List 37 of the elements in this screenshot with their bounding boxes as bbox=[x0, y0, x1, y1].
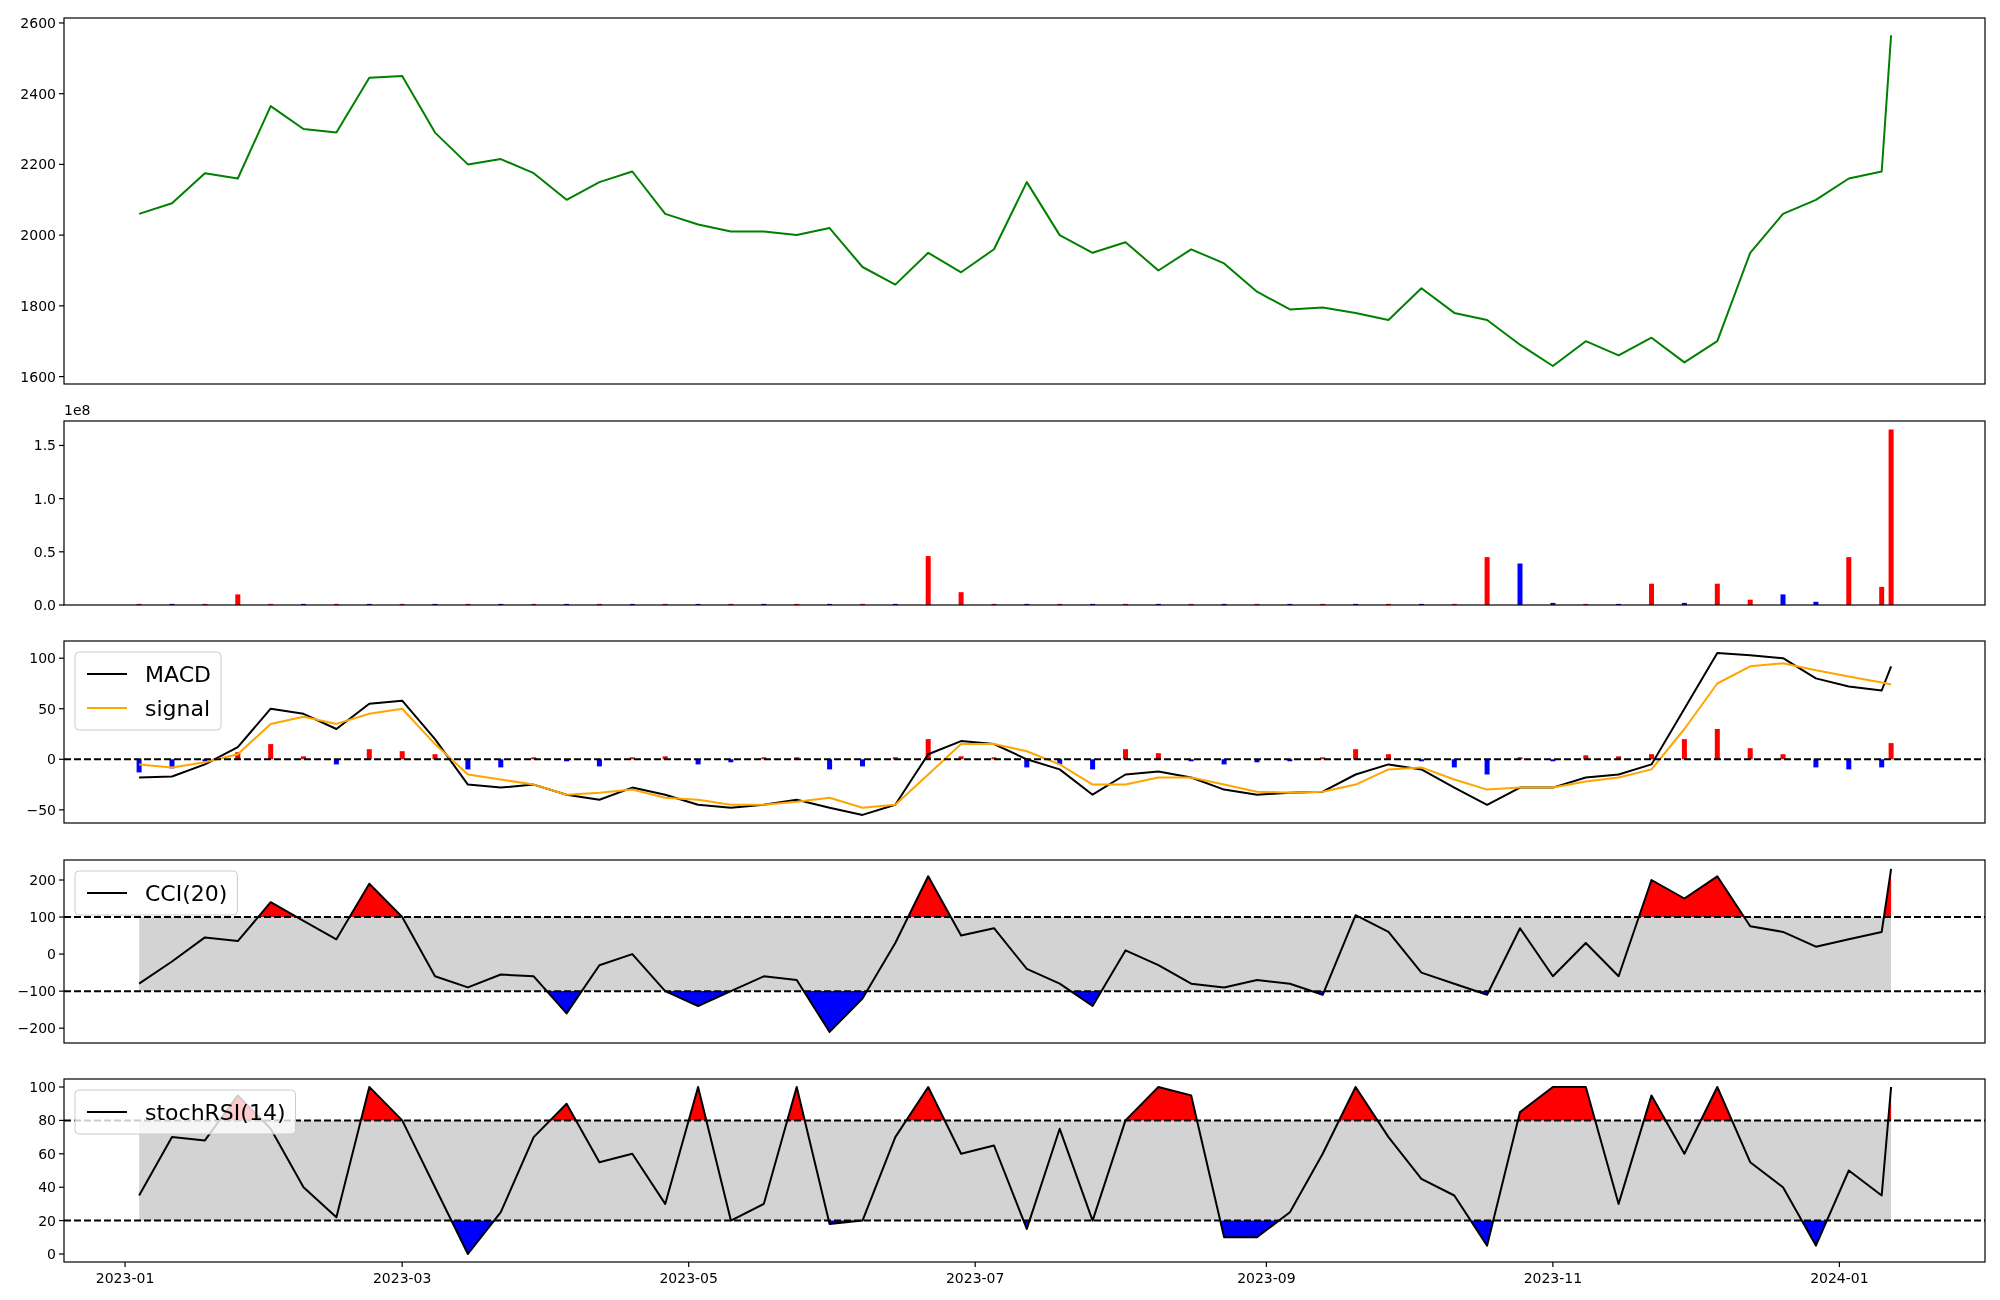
legend-label: CCI(20) bbox=[145, 881, 228, 906]
y-tick-label: 1800 bbox=[20, 297, 56, 314]
y-tick-label: 2000 bbox=[20, 227, 56, 244]
x-tick-label: 2023-07 bbox=[945, 1270, 1005, 1286]
y-tick-label: 50 bbox=[38, 700, 56, 717]
x-tick-label: 2023-09 bbox=[1237, 1270, 1296, 1286]
y-tick-label: 0 bbox=[47, 1246, 56, 1262]
y-tick-label: 40 bbox=[38, 1179, 56, 1196]
y-tick-label: 0 bbox=[47, 946, 56, 963]
y-tick-label: −100 bbox=[17, 983, 56, 1000]
legend-label: stochRSI(14) bbox=[145, 1100, 286, 1125]
x-tick-label: 2023-03 bbox=[372, 1270, 432, 1286]
x-tick-label: 2023-05 bbox=[659, 1270, 718, 1286]
y-tick-label: 60 bbox=[38, 1145, 56, 1162]
y-tick-label: 200 bbox=[29, 872, 56, 888]
x-tick-label: 2023-01 bbox=[95, 1270, 155, 1286]
axis-multiplier: 1e8 bbox=[64, 402, 91, 418]
y-tick-label: 2400 bbox=[20, 85, 56, 102]
y-tick-label: 100 bbox=[29, 1079, 56, 1095]
x-tick-label: 2024-01 bbox=[1810, 1270, 1869, 1286]
legend-label: signal bbox=[145, 696, 211, 721]
y-tick-label: 0 bbox=[47, 751, 56, 768]
y-tick-label: 2600 bbox=[20, 14, 56, 31]
y-tick-label: 0.0 bbox=[33, 597, 56, 613]
y-tick-label: 1600 bbox=[20, 368, 56, 385]
y-tick-label: 0.5 bbox=[33, 543, 56, 560]
y-tick-label: −200 bbox=[17, 1020, 56, 1037]
y-tick-label: 1.0 bbox=[33, 490, 56, 507]
y-tick-label: 1.5 bbox=[33, 437, 56, 454]
legend-label: MACD bbox=[145, 662, 211, 687]
y-tick-label: 100 bbox=[29, 909, 56, 926]
x-tick-label: 2023-11 bbox=[1523, 1270, 1583, 1286]
y-tick-label: 2200 bbox=[20, 156, 56, 173]
y-tick-label: 100 bbox=[29, 650, 56, 667]
y-tick-label: 20 bbox=[38, 1212, 56, 1229]
y-tick-label: −50 bbox=[26, 801, 56, 818]
y-tick-label: 80 bbox=[38, 1112, 56, 1129]
